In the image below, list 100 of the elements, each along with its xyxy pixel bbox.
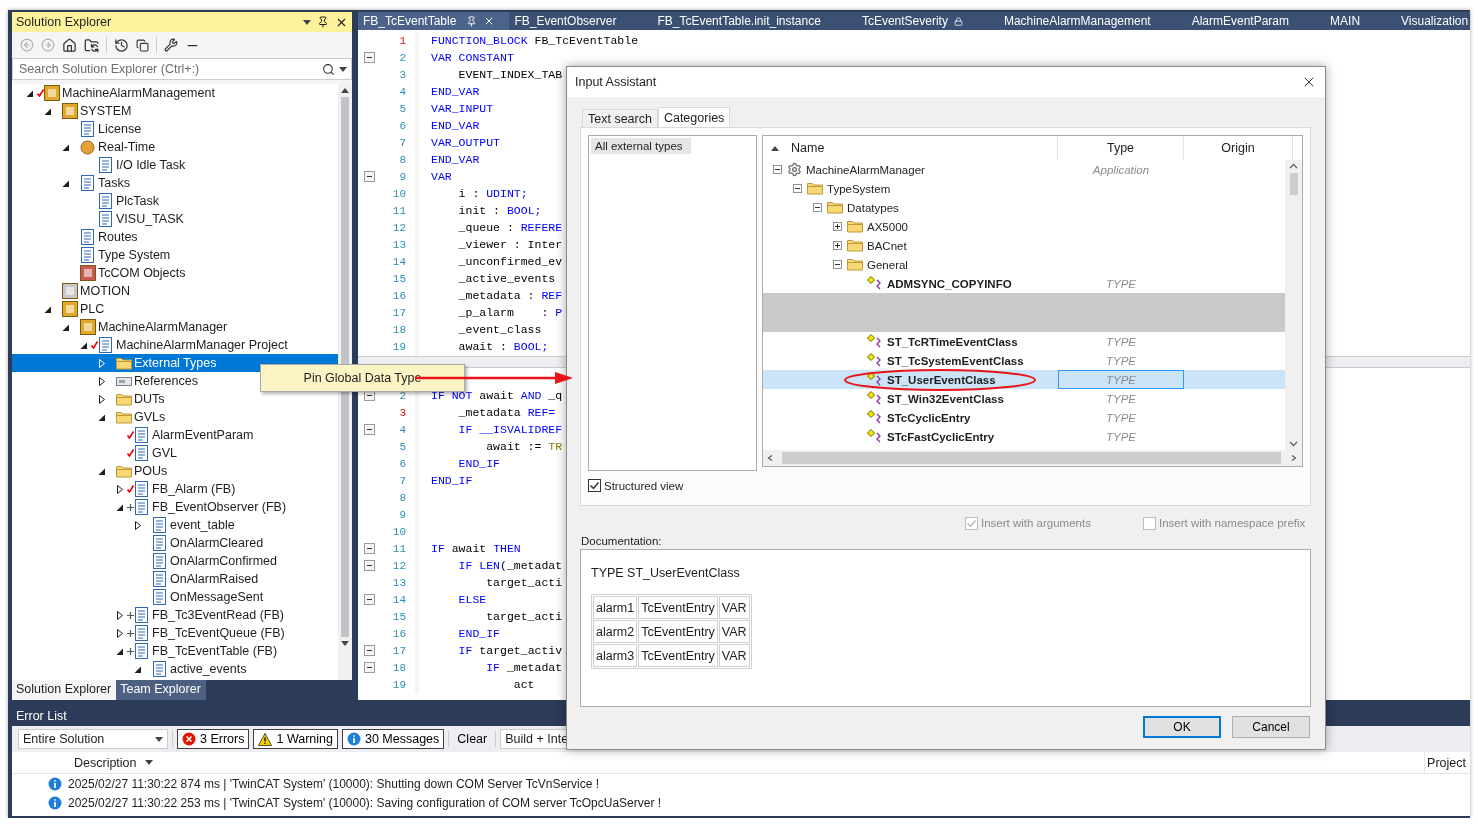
tree-item[interactable]: OnAlarmConfirmed (12, 552, 338, 570)
expander-icon[interactable] (62, 178, 70, 188)
editor-tab[interactable]: MachineAlarmManagement (998, 12, 1187, 30)
expander-icon[interactable] (62, 322, 70, 332)
expander-icon[interactable] (80, 340, 88, 350)
expander-icon[interactable] (44, 304, 52, 314)
type-row[interactable]: General (763, 255, 1285, 274)
tree-item[interactable]: FB_Tc3EventRead (FB) (12, 606, 338, 624)
expander-icon[interactable] (116, 610, 124, 620)
filter-button[interactable]: 3 Errors (177, 729, 250, 749)
scroll-thumb[interactable] (1289, 173, 1298, 195)
expander-icon[interactable] (26, 88, 34, 98)
search-box[interactable]: Search Solution Explorer (Ctrl+:) (12, 58, 352, 80)
tree-item[interactable]: MachineAlarmManagement (12, 84, 338, 102)
tree-item[interactable]: MachineAlarmManager (12, 318, 338, 336)
tree-item[interactable]: Routes (12, 228, 338, 246)
structured-view-option[interactable]: Structured view (588, 479, 1303, 492)
column-header[interactable]: Project (1424, 751, 1470, 774)
scroll-right-icon[interactable] (1289, 455, 1298, 461)
expander-icon[interactable] (116, 484, 124, 494)
checkbox[interactable] (588, 479, 601, 492)
expander-icon[interactable] (773, 165, 782, 174)
type-row[interactable]: MachineAlarmManager Application (763, 160, 1285, 179)
type-row[interactable]: Datatypes (763, 198, 1285, 217)
tree-item[interactable]: FB_TcEventTable (FB) (12, 642, 338, 660)
type-row[interactable]: TypeSystem (763, 179, 1285, 198)
pin-icon[interactable] (317, 16, 329, 28)
expander-icon[interactable] (833, 241, 842, 250)
dialog-tab[interactable]: Text search (582, 109, 658, 127)
tree-item[interactable]: OnAlarmCleared (12, 534, 338, 552)
clear-button[interactable]: Clear (453, 729, 492, 749)
sync-icon[interactable] (84, 37, 99, 53)
scrollbar[interactable] (763, 450, 1302, 466)
tree-item[interactable]: Tasks (12, 174, 338, 192)
category-item[interactable]: All external types (591, 138, 691, 154)
expander-icon[interactable] (833, 260, 842, 269)
tree-item[interactable]: MachineAlarmManager Project (12, 336, 338, 354)
expander-icon[interactable] (833, 222, 842, 231)
scope-dropdown[interactable]: Entire Solution (18, 729, 168, 749)
tree-item[interactable]: POUs (12, 462, 338, 480)
dialog-button[interactable]: Cancel (1232, 716, 1310, 738)
tree-item[interactable]: FB_TcEventQueue (FB) (12, 624, 338, 642)
dialog-button[interactable]: OK (1143, 716, 1221, 738)
type-row[interactable]: ST_TcRTimeEventClass TYPE (763, 332, 1285, 351)
scroll-thumb[interactable] (782, 452, 1281, 464)
fold-icon[interactable] (363, 424, 375, 435)
tree-item[interactable]: OnAlarmRaised (12, 570, 338, 588)
expander-icon[interactable] (98, 466, 106, 476)
tree-item[interactable]: GVLs (12, 408, 338, 426)
column-header[interactable]: Description (12, 751, 1425, 774)
type-row[interactable]: ADMSYNC_COPYINFO TYPE (763, 274, 1285, 293)
tree-item[interactable]: Real-Time (12, 138, 338, 156)
expander-icon[interactable] (116, 502, 124, 512)
scroll-up-icon[interactable] (1289, 163, 1298, 169)
tree-item[interactable]: SYSTEM (12, 102, 338, 120)
expander-icon[interactable] (116, 628, 124, 638)
tree-item[interactable]: AlarmEventParam (12, 426, 338, 444)
tree-item[interactable]: FB_Alarm (FB) (12, 480, 338, 498)
dialog-tab[interactable]: Categories (657, 107, 731, 127)
type-row[interactable]: STcCyclicEntry TYPE (763, 408, 1285, 427)
type-row[interactable]: ST_UserEventClass TYPE (763, 370, 1285, 389)
editor-tab[interactable]: FB_EventObserver (509, 12, 653, 30)
type-row[interactable]: ST_TcSystemEventClass TYPE (763, 351, 1285, 370)
search-field[interactable]: Search Solution Explorer (Ctrl+:) (17, 61, 318, 77)
editor-tab[interactable]: FB_TcEventTable.init_instance (652, 12, 857, 30)
expander-icon[interactable] (793, 184, 802, 193)
tree-item[interactable]: active_events (12, 660, 338, 678)
expander-icon[interactable] (62, 142, 70, 152)
type-row[interactable]: STcFastCyclicEntry TYPE (763, 427, 1285, 446)
tree-item[interactable]: event_table (12, 516, 338, 534)
expander-icon[interactable] (98, 394, 106, 404)
tree-item[interactable]: GVL (12, 444, 338, 462)
tree-item[interactable]: DUTs (12, 390, 338, 408)
type-row[interactable]: ST_Win32EventClass TYPE (763, 389, 1285, 408)
tree-item[interactable]: Type System (12, 246, 338, 264)
editor-tab[interactable]: Visualization (1396, 12, 1470, 30)
panel-tab[interactable]: Team Explorer (116, 680, 206, 700)
tree-item[interactable]: OnMessageSent (12, 588, 338, 606)
fold-icon[interactable] (363, 645, 375, 656)
editor-tab[interactable]: MAIN (1325, 12, 1397, 30)
tree-item[interactable]: PLC (12, 300, 338, 318)
scrollbar[interactable] (1285, 160, 1302, 450)
tree-item[interactable]: PlcTask (12, 192, 338, 210)
fold-icon[interactable] (363, 543, 375, 554)
tree-item[interactable]: TcCOM Objects (12, 264, 338, 282)
tree-item[interactable]: I/O Idle Task (12, 156, 338, 174)
expander-icon[interactable] (116, 646, 124, 656)
expander-icon[interactable] (98, 412, 106, 422)
expander-icon[interactable] (98, 376, 106, 386)
history-icon[interactable] (114, 37, 129, 53)
column-header[interactable]: Name (763, 136, 1058, 160)
panel-tab[interactable]: Solution Explorer (12, 680, 117, 700)
column-header[interactable]: Type (1058, 136, 1184, 160)
expander-icon[interactable] (134, 520, 142, 530)
fold-icon[interactable] (363, 662, 375, 673)
filter-button[interactable]: 30 Messages (341, 729, 445, 749)
expander-icon[interactable] (44, 106, 52, 116)
fold-icon[interactable] (363, 171, 375, 182)
fold-icon[interactable] (363, 52, 375, 63)
home-icon[interactable] (62, 37, 77, 53)
